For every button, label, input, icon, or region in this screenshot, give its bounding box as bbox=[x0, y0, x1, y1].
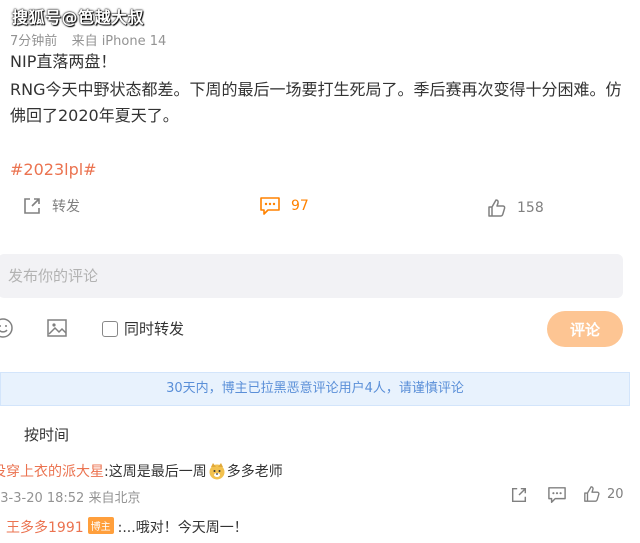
reply-username[interactable]: 王多多1991 bbox=[6, 520, 84, 536]
reply-item: 王多多1991 博主:...哦对！今天周一！ bbox=[6, 517, 248, 537]
comment-button[interactable]: 97 bbox=[259, 196, 309, 216]
comment-like-button[interactable]: 20 bbox=[583, 485, 624, 503]
image-upload-button[interactable] bbox=[46, 317, 68, 343]
emoji-button[interactable] bbox=[0, 317, 14, 343]
reply-text: :...哦对！今天周一！ bbox=[117, 520, 248, 536]
comment-text-continued: 多多老师 bbox=[226, 464, 283, 480]
comment-input[interactable] bbox=[0, 254, 618, 298]
like-button[interactable]: 158 bbox=[487, 198, 544, 218]
comment-icon bbox=[548, 487, 566, 503]
comment-like-count: 20 bbox=[607, 486, 624, 502]
repost-icon bbox=[24, 198, 40, 214]
post-meta: 7分钟前 来自 iPhone 14 bbox=[10, 30, 166, 49]
comment-icon bbox=[260, 197, 280, 215]
checkbox-box[interactable] bbox=[102, 320, 118, 337]
repost-icon bbox=[511, 487, 527, 503]
post-source: 来自 iPhone 14 bbox=[71, 34, 167, 49]
image-icon bbox=[47, 319, 67, 337]
watermark: 搜狐号@笆越大叔 bbox=[12, 8, 145, 27]
comment-text: :这周是最后一周 bbox=[104, 464, 207, 480]
like-count: 158 bbox=[517, 200, 544, 216]
submit-comment-button[interactable]: 评论 bbox=[547, 311, 623, 347]
thumbs-up-icon bbox=[488, 199, 506, 217]
repost-button[interactable]: 转发 bbox=[22, 196, 80, 216]
blocklist-notice: 30天内，博主已拉黑恶意评论用户4人，请谨慎评论 bbox=[0, 372, 630, 406]
comment-username[interactable]: 没穿上衣的派大星 bbox=[0, 464, 104, 480]
comment-item: 没穿上衣的派大星:这周是最后一周 多多老师 bbox=[0, 461, 283, 481]
comment-meta: 23-3-20 18:52 来自北京 bbox=[0, 491, 141, 506]
thumbs-up-icon bbox=[584, 486, 600, 502]
repost-label: 转发 bbox=[52, 199, 80, 215]
doge-emoji-icon bbox=[208, 462, 226, 480]
sort-by-time-tab[interactable]: 按时间 bbox=[24, 424, 69, 445]
author-badge: 博主 bbox=[87, 517, 114, 534]
comment-reply-button[interactable] bbox=[547, 486, 567, 508]
post-time[interactable]: 7分钟前 bbox=[10, 34, 57, 49]
post-text-line-2: RNG今天中野状态都差。下周的最后一场要打生死局了。季后赛再次变得十分困难。仿 bbox=[10, 80, 622, 99]
post-text-line-3: 佛回了2020年夏天了。 bbox=[10, 106, 179, 125]
hashtag-link[interactable]: #2023lpl# bbox=[10, 160, 97, 179]
comment-repost-button[interactable] bbox=[510, 486, 528, 508]
post-text-line-1: NIP直落两盘！ bbox=[10, 52, 117, 71]
emoji-icon bbox=[0, 318, 13, 338]
repost-checkbox[interactable]: 同时转发 bbox=[102, 318, 184, 339]
comment-input-box[interactable] bbox=[0, 254, 623, 298]
comment-count: 97 bbox=[291, 198, 309, 214]
repost-checkbox-label: 同时转发 bbox=[124, 320, 185, 338]
